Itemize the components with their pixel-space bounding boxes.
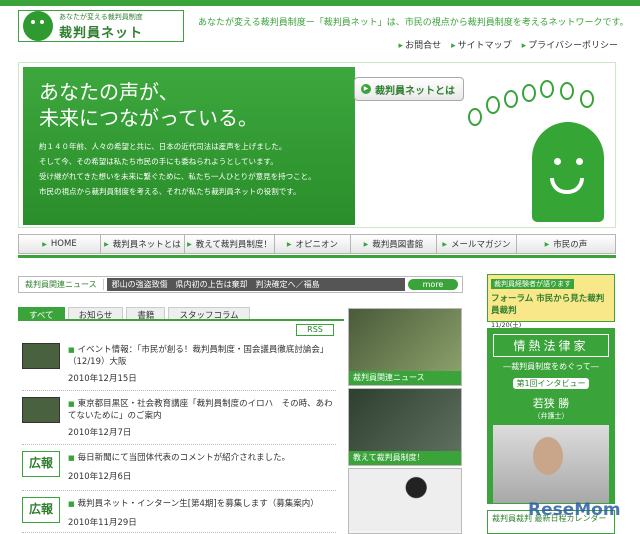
sitemap-link[interactable]: サイトマップ: [451, 38, 512, 51]
pr-badge: 広報: [22, 451, 60, 477]
item-title[interactable]: 裁判員ネット・インターン生[第4期]を募集します（募集案内）: [68, 498, 336, 510]
content-tabs: すべて お知らせ 書籍 スタッフコラム: [18, 307, 344, 321]
news-more-button[interactable]: more: [408, 279, 458, 290]
item-title[interactable]: 毎日新聞にて当団体代表のコメントが紹介されました。: [68, 452, 336, 464]
feature-news-image: [349, 309, 461, 371]
logo-subtitle: あなたが変える裁判員制度: [59, 12, 143, 21]
list-item: 東京都目黒区・社会教育講座「裁判員制度のイロハ その時、あわてないために」のご案…: [22, 393, 336, 445]
crowd-person-icon: [504, 90, 518, 108]
crowd-person-icon: [540, 80, 554, 98]
item-date: 2010年12月7日: [68, 428, 132, 438]
interview-heading: 情熱法律家: [493, 334, 609, 357]
site-tagline: あなたが変える裁判員制度ー「裁判員ネット」は、市民の視点から裁判員制度を考えるネ…: [198, 18, 629, 28]
pr-badge: 広報: [22, 497, 60, 523]
event-thumbnail[interactable]: [22, 343, 60, 369]
resemom-watermark: ReseMom: [528, 500, 621, 520]
logo-mascot-icon: [23, 11, 53, 41]
news-ticker[interactable]: 郡山の強盗致傷 県内初の上告は棄却 判決確定へ／福島: [106, 278, 405, 291]
nav-mailmag[interactable]: メールマガジン: [437, 235, 517, 253]
crowd-person-icon: [522, 84, 536, 102]
play-arrow-icon: ▶: [361, 84, 371, 94]
item-date: 2010年12月15日: [68, 374, 137, 384]
nav-opinion[interactable]: オピニオン: [275, 235, 351, 253]
top-accent-bar: [0, 0, 640, 6]
hero-title-line1: あなたの声が、: [39, 80, 179, 104]
rss-button[interactable]: RSS: [296, 324, 334, 336]
feature-guide-caption: 教えて裁判員制度！: [349, 451, 461, 465]
news-label: 裁判員関連ニュース: [19, 279, 104, 290]
interview-episode: 第1回インタビュー: [513, 378, 589, 389]
news-ticker-bar: 裁判員関連ニュース 郡山の強盗致傷 県内初の上告は棄却 判決確定へ／福島 mor…: [18, 276, 463, 293]
microphone-image: [349, 469, 461, 531]
hero-body: 約１４０年前、人々の希望と共に、日本の近代司法は産声を上げました。 そして今、そ…: [39, 139, 339, 199]
item-date: 2010年11月29日: [68, 518, 137, 528]
forum-title: フォーラム 市民から見た裁判員裁判: [491, 294, 605, 316]
item-title[interactable]: イベント情報：「市民が創る！裁判員制度・国会議員徹底討論会」（12/19）大阪: [68, 344, 336, 368]
about-button-label: 裁判員ネットとは: [375, 85, 455, 97]
logo-name: 裁判員ネット: [59, 25, 144, 41]
item-date: 2010年12月6日: [68, 472, 132, 482]
hero-message-panel: あなたの声が、 未来につながっている。 約１４０年前、人々の希望と共に、日本の近…: [23, 67, 355, 225]
site-logo[interactable]: あなたが変える裁判員制度 裁判員ネット: [18, 10, 184, 42]
crowd-person-icon: [468, 108, 482, 126]
nav-voices[interactable]: 市民の声: [517, 235, 615, 253]
nav-underline: [18, 255, 616, 258]
forum-banner[interactable]: 裁判員経験者が語ります フォーラム 市民から見た裁判員裁判 11/20(土): [487, 274, 615, 329]
list-item: 広報 毎日新聞にて当団体代表のコメントが紹介されました。 2010年12月6日: [22, 447, 336, 491]
list-item: イベント情報：「市民が創る！裁判員制度・国会議員徹底討論会」（12/19）大阪 …: [22, 339, 336, 391]
tab-books[interactable]: 書籍: [126, 307, 166, 321]
item-title[interactable]: 東京都目黒区・社会教育講座「裁判員制度のイロハ その時、あわてないために」のご案…: [68, 398, 336, 422]
hero-body-line: 市民の視点から裁判員制度を考える、それが私たち裁判員ネットの役割です。: [39, 187, 301, 196]
nav-library[interactable]: 裁判員図書館: [351, 235, 437, 253]
crowd-person-icon: [580, 90, 594, 108]
main-nav: HOME 裁判員ネットとは 教えて裁判員制度！ オピニオン 裁判員図書館 メール…: [18, 234, 616, 254]
interviewee-name: 若狭 勝: [532, 397, 570, 410]
contact-link[interactable]: お問合せ: [399, 38, 441, 51]
hero-body-line: 約１４０年前、人々の希望と共に、日本の近代司法は産声を上げました。: [39, 142, 287, 151]
hero-body-line: そして今、その希望は私たち市民の手にも委ねられようとしています。: [39, 157, 278, 166]
hero-title-line2: 未来につながっている。: [39, 106, 258, 130]
forum-label: 裁判員経験者が語ります: [491, 279, 574, 289]
crowd-person-icon: [560, 82, 574, 100]
nav-guide[interactable]: 教えて裁判員制度！: [185, 235, 275, 253]
feature-news-caption: 裁判員関連ニュース: [349, 371, 461, 385]
list-item: 広報 裁判員ネット・インターン生[第4期]を募集します（募集案内） 2010年1…: [22, 493, 336, 533]
utility-links: お問合せ サイトマップ プライバシーポリシー: [399, 38, 618, 51]
interview-subheading: ―裁判員制度をめぐって―: [503, 362, 599, 371]
interview-banner[interactable]: 情熱法律家 ―裁判員制度をめぐって― 第1回インタビュー 若狭 勝 （弁護士）: [487, 328, 615, 504]
about-button[interactable]: ▶ 裁判員ネットとは: [354, 77, 464, 101]
tab-notice[interactable]: お知らせ: [67, 307, 124, 321]
interviewee-photo: [493, 425, 609, 503]
mascot-smiley-icon: [532, 122, 604, 222]
hero-title: あなたの声が、 未来につながっている。: [39, 79, 339, 131]
privacy-link[interactable]: プライバシーポリシー: [522, 38, 618, 51]
tab-staff-column[interactable]: スタッフコラム: [168, 307, 250, 321]
feature-mic-card[interactable]: [348, 468, 462, 534]
hero-body-line: 受け継がれてきた想いを未来に繋ぐために、私たち一人ひとりが意見を持つこと。: [39, 172, 316, 181]
news-list: イベント情報：「市民が創る！裁判員制度・国会議員徹底討論会」（12/19）大阪 …: [22, 339, 336, 534]
nav-home[interactable]: HOME: [19, 235, 101, 253]
feature-guide-card[interactable]: 教えて裁判員制度！: [348, 388, 462, 466]
feature-guide-image: [349, 389, 461, 451]
nav-about[interactable]: 裁判員ネットとは: [101, 235, 185, 253]
event-thumbnail[interactable]: [22, 397, 60, 423]
feature-news-card[interactable]: 裁判員関連ニュース: [348, 308, 462, 386]
interviewee-role: （弁護士）: [533, 412, 569, 420]
tab-all[interactable]: すべて: [18, 307, 65, 321]
crowd-person-icon: [486, 96, 500, 114]
